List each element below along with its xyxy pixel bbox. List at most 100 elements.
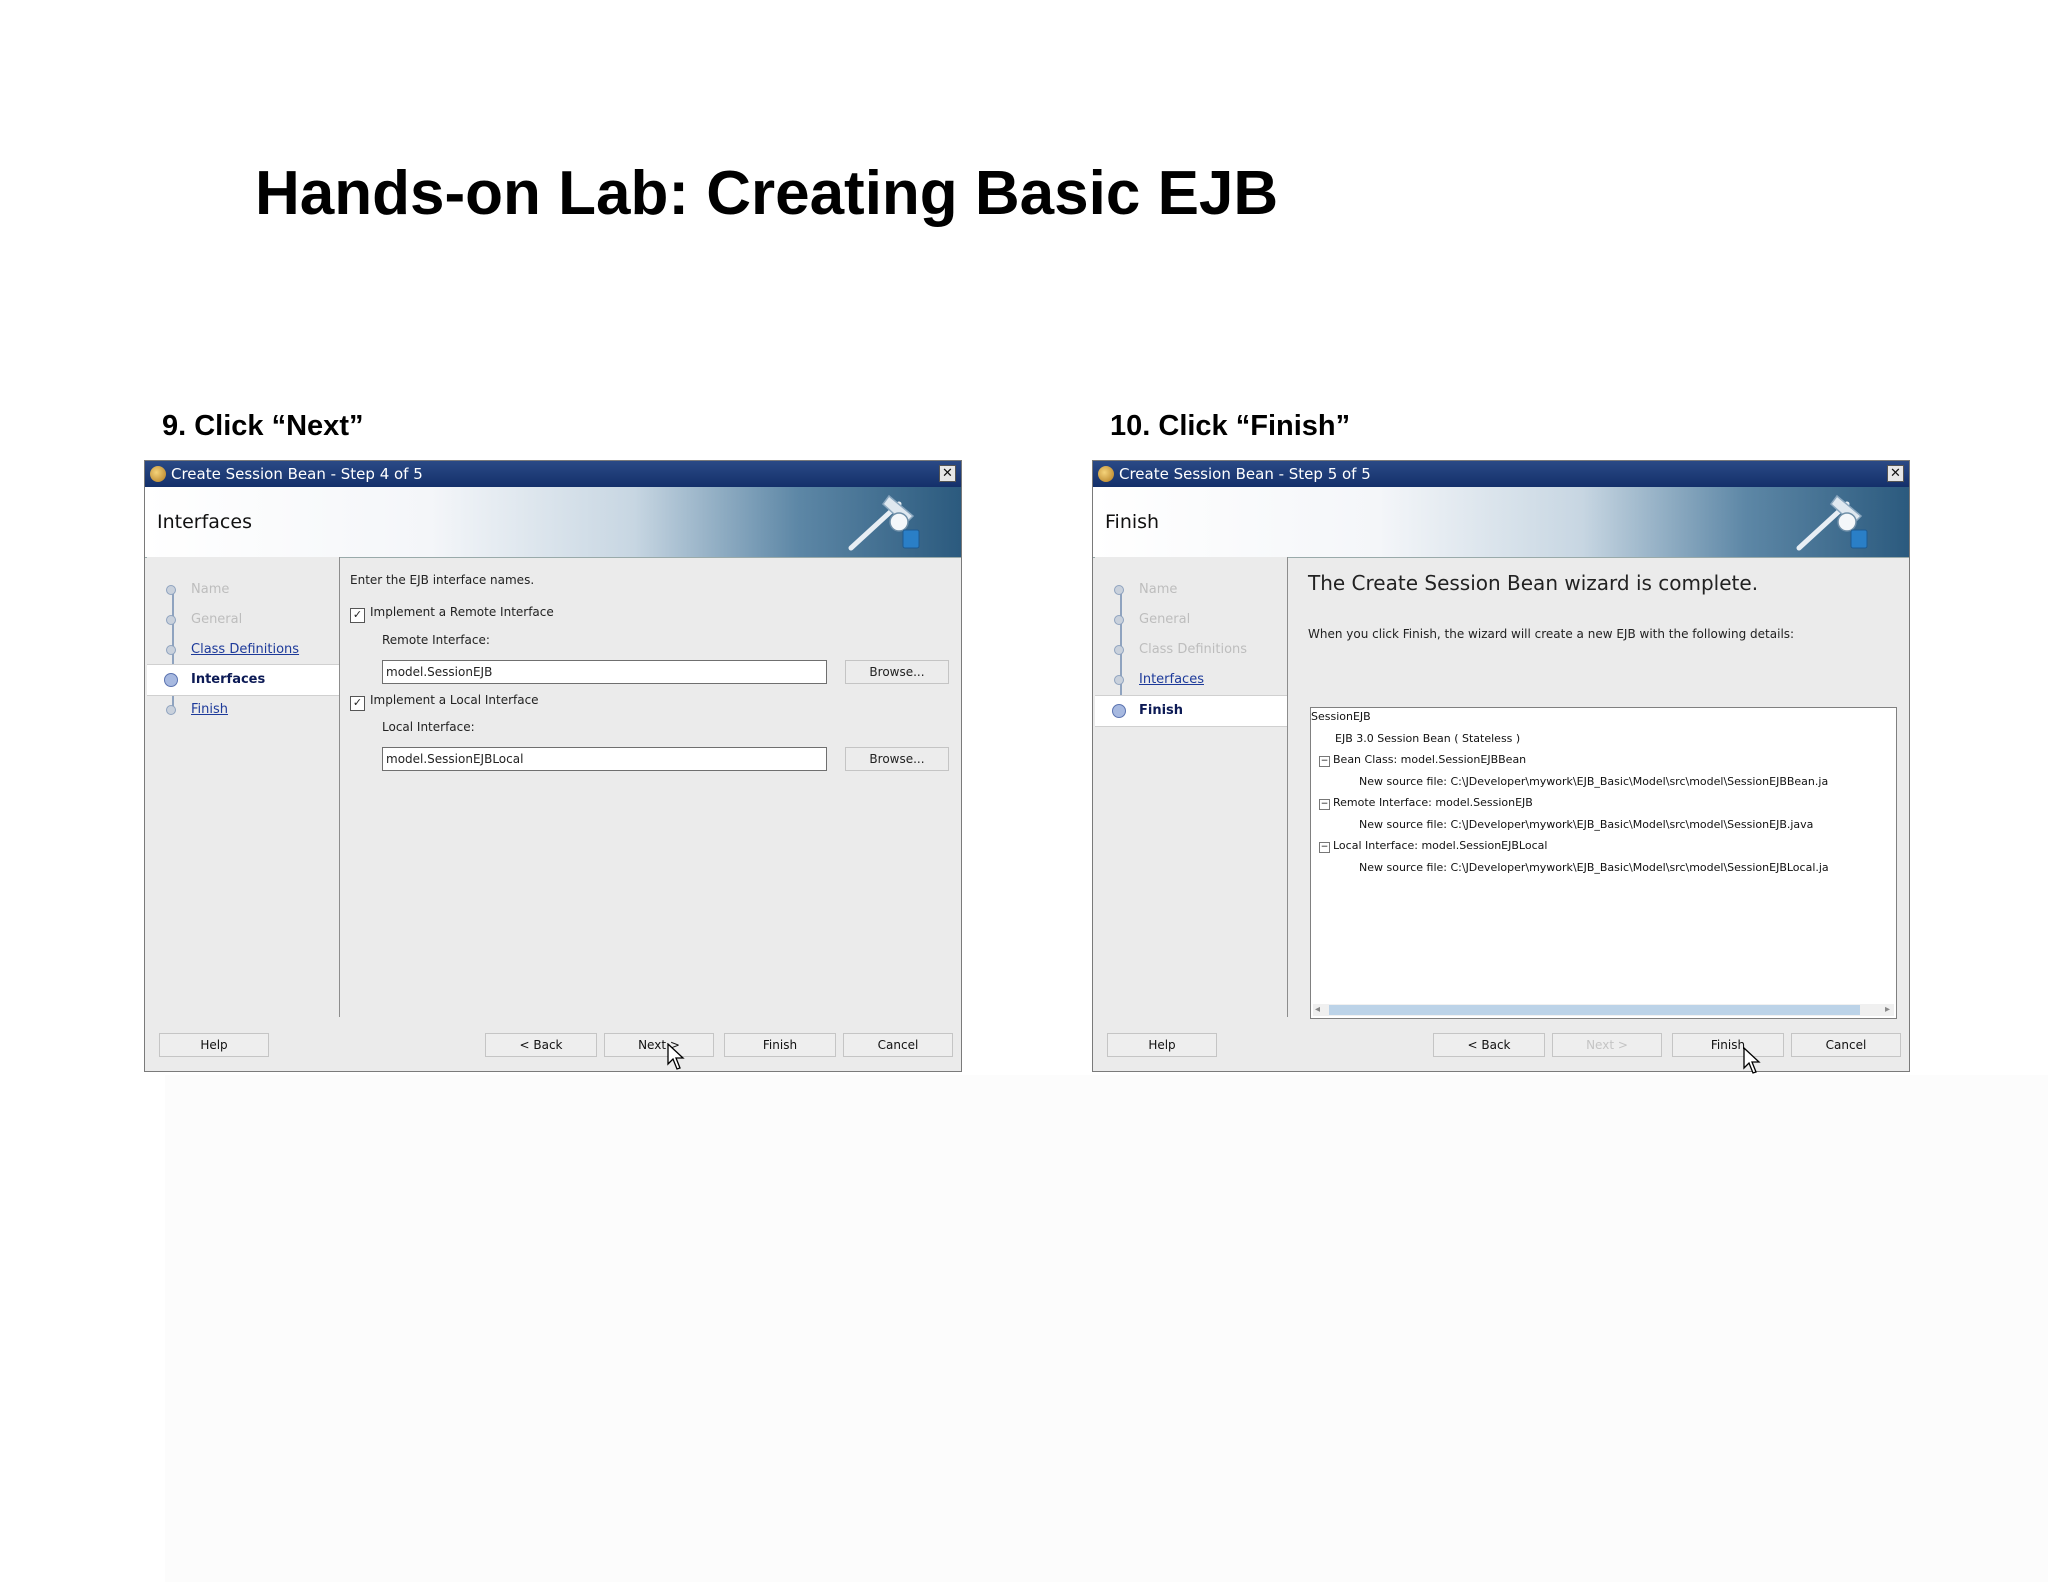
back-button[interactable]: < Back: [1433, 1033, 1545, 1057]
finish-content: The Create Session Bean wizard is comple…: [1298, 557, 1897, 1019]
step-node-icon: [1114, 645, 1124, 655]
local-interface-checkbox[interactable]: ✓: [350, 696, 365, 711]
train-step-label: Interfaces: [191, 672, 266, 687]
train-step-name: Name: [147, 575, 339, 605]
train-step-interfaces[interactable]: Interfaces: [1095, 665, 1287, 695]
tree-node-label: Bean Class: model.SessionEJBBean: [1333, 753, 1527, 766]
window-title: Create Session Bean - Step 5 of 5: [1119, 465, 1371, 483]
mouse-cursor-icon: [1743, 1047, 1761, 1074]
train-step-finish[interactable]: Finish: [1095, 695, 1287, 727]
scrollbar-thumb[interactable]: [1329, 1005, 1860, 1015]
remote-interface-label: Remote Interface:: [382, 633, 490, 647]
help-button[interactable]: Help: [159, 1033, 269, 1057]
next-button: Next >: [1552, 1033, 1662, 1057]
remote-interface-input[interactable]: model.SessionEJB: [382, 660, 827, 684]
scroll-right-icon[interactable]: ▸: [1885, 1004, 1890, 1015]
interfaces-content: Enter the EJB interface names. ✓ Implemen…: [350, 557, 949, 1017]
remote-interface-checkbox-row[interactable]: ✓ Implement a Remote Interface: [350, 605, 554, 623]
collapse-icon[interactable]: −: [1319, 799, 1330, 810]
step-node-icon: [1114, 615, 1124, 625]
wizard-graphic-icon: [848, 494, 920, 551]
back-button[interactable]: < Back: [485, 1033, 597, 1057]
tree-node: EJB 3.0 Session Bean ( Stateless ): [1335, 732, 1520, 745]
tree-node[interactable]: − Bean Class: model.SessionEJBBean: [1319, 753, 1526, 767]
train-step-finish[interactable]: Finish: [147, 695, 339, 725]
create-session-bean-dialog-step-5: Create Session Bean - Step 5 of 5 ✕ Fini…: [1092, 460, 1910, 1074]
remote-browse-button[interactable]: Browse...: [845, 660, 949, 684]
local-interface-checkbox-row[interactable]: ✓ Implement a Local Interface: [350, 693, 539, 711]
finish-button[interactable]: Finish: [724, 1033, 836, 1057]
close-icon[interactable]: ✕: [1887, 465, 1904, 482]
finish-button[interactable]: Finish: [1672, 1033, 1784, 1057]
mouse-cursor-icon: [667, 1043, 685, 1070]
train-step-general: General: [147, 605, 339, 635]
step-node-icon: [1114, 585, 1124, 595]
tree-node-label: New source file: C:\JDeveloper\mywork\EJ…: [1359, 861, 1829, 874]
step-9-caption: 9. Click “Next”: [162, 410, 364, 442]
cancel-button[interactable]: Cancel: [843, 1033, 953, 1057]
tree-node-label: New source file: C:\JDeveloper\mywork\EJ…: [1359, 775, 1829, 788]
train-step-class-definitions[interactable]: Class Definitions: [147, 635, 339, 665]
window-title: Create Session Bean - Step 4 of 5: [171, 465, 423, 483]
cancel-button[interactable]: Cancel: [1791, 1033, 1901, 1057]
intro-text: Enter the EJB interface names.: [350, 573, 535, 587]
tree-node: SessionEJB: [1311, 710, 1371, 723]
collapse-icon[interactable]: −: [1319, 756, 1330, 767]
wizard-steps-pane: Name General Class Definitions Interface…: [1095, 557, 1288, 1017]
train-step-interfaces[interactable]: Interfaces: [147, 664, 339, 696]
close-icon[interactable]: ✕: [939, 465, 956, 482]
step-node-icon: [166, 645, 176, 655]
train-step-general: General: [1095, 605, 1287, 635]
page-heading: Interfaces: [157, 511, 252, 533]
train-step-label[interactable]: Interfaces: [1139, 672, 1204, 687]
tree-node-label: New source file: C:\JDeveloper\mywork\EJ…: [1359, 818, 1814, 831]
collapse-icon[interactable]: −: [1319, 842, 1330, 853]
train-step-class-definitions: Class Definitions: [1095, 635, 1287, 665]
step-10-caption: 10. Click “Finish”: [1110, 410, 1351, 442]
tree-node-label: Remote Interface: model.SessionEJB: [1333, 796, 1533, 809]
help-button[interactable]: Help: [1107, 1033, 1217, 1057]
local-interface-input[interactable]: model.SessionEJBLocal: [382, 747, 827, 771]
train-step-label[interactable]: Class Definitions: [191, 642, 299, 657]
step-node-icon: [166, 615, 176, 625]
wizard-steps-pane: Name General Class Definitions Interface…: [147, 557, 340, 1017]
scroll-left-icon[interactable]: ◂: [1315, 1004, 1320, 1015]
tree-node[interactable]: − Remote Interface: model.SessionEJB: [1319, 796, 1533, 810]
tree-node: New source file: C:\JDeveloper\mywork\EJ…: [1359, 861, 1829, 874]
step-node-icon: [166, 705, 176, 715]
dialog-titlebar[interactable]: Create Session Bean - Step 5 of 5 ✕: [1093, 461, 1909, 487]
horizontal-scrollbar[interactable]: ◂ ▸: [1313, 1004, 1894, 1016]
wizard-complete-heading: The Create Session Bean wizard is comple…: [1308, 571, 1759, 595]
dialog-titlebar[interactable]: Create Session Bean - Step 4 of 5 ✕: [145, 461, 961, 487]
create-session-bean-dialog-step-4: Create Session Bean - Step 4 of 5 ✕ Inte…: [144, 460, 962, 1072]
tree-node-label: SessionEJB: [1311, 710, 1371, 723]
dialog-button-bar: Help < Back Next > Finish Cancel: [1093, 1017, 1909, 1071]
tree-node-label: Local Interface: model.SessionEJBLocal: [1333, 839, 1548, 852]
local-interface-label: Local Interface:: [382, 720, 475, 734]
train-step-label: Finish: [1139, 703, 1184, 718]
train-step-label: Class Definitions: [1139, 642, 1248, 657]
wizard-graphic-icon: [1796, 494, 1868, 551]
tree-node: New source file: C:\JDeveloper\mywork\EJ…: [1359, 775, 1828, 788]
summary-tree[interactable]: SessionEJB EJB 3.0 Session Bean ( Statel…: [1310, 707, 1897, 1019]
local-browse-button[interactable]: Browse...: [845, 747, 949, 771]
remote-interface-checkbox[interactable]: ✓: [350, 608, 365, 623]
app-icon: [1098, 466, 1114, 482]
step-node-icon: [166, 585, 176, 595]
tree-node[interactable]: − Local Interface: model.SessionEJBLocal: [1319, 839, 1547, 853]
train-step-label: General: [191, 612, 243, 627]
train-step-name: Name: [1095, 575, 1287, 605]
slide-title: Hands-on Lab: Creating Basic EJB: [255, 159, 1279, 228]
tree-node-label: EJB 3.0 Session Bean ( Stateless ): [1335, 732, 1521, 745]
details-text: When you click Finish, the wizard will c…: [1308, 627, 1795, 641]
tree-node: New source file: C:\JDeveloper\mywork\EJ…: [1359, 818, 1813, 831]
remote-interface-checkbox-label: Implement a Remote Interface: [370, 605, 554, 619]
train-step-label: General: [1139, 612, 1191, 627]
train-step-label: Name: [1139, 582, 1178, 597]
next-button[interactable]: Next >: [604, 1033, 714, 1057]
step-node-icon: [1112, 704, 1126, 718]
train-step-label[interactable]: Finish: [191, 702, 228, 717]
wizard-banner: Finish: [1093, 487, 1909, 558]
wizard-banner: Interfaces: [145, 487, 961, 558]
step-node-icon: [164, 673, 178, 687]
